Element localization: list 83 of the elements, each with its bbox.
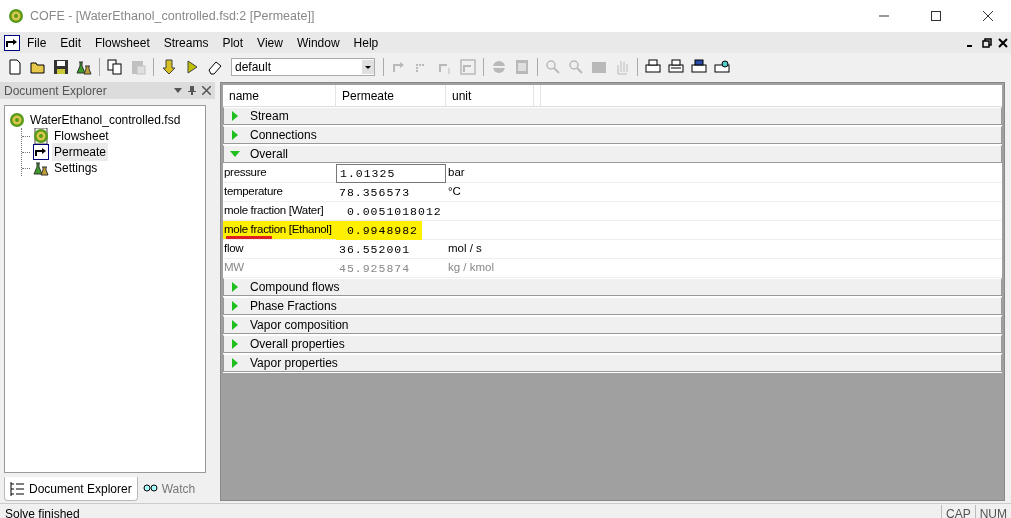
flowsheet-logo-icon bbox=[9, 112, 25, 128]
panel-tab[interactable]: Document Explorer bbox=[4, 477, 138, 501]
maximize-icon bbox=[931, 11, 941, 21]
window-title: COFE - [WaterEthanol_controlled.fsd:2 [Permeate]] bbox=[30, 7, 315, 25]
property-name: temperature bbox=[223, 184, 284, 200]
stream-icon bbox=[33, 144, 49, 160]
panel-tab[interactable]: Watch bbox=[137, 477, 201, 501]
tree-item[interactable]: Flowsheet bbox=[52, 127, 111, 145]
section-header[interactable]: Overall properties bbox=[223, 335, 1002, 353]
section-header[interactable]: Phase Fractions bbox=[223, 297, 1002, 315]
flasks-icon bbox=[76, 59, 92, 75]
close-icon bbox=[983, 11, 993, 21]
dropdown-icon[interactable] bbox=[174, 86, 182, 94]
menu-item[interactable]: Flowsheet bbox=[88, 32, 157, 53]
hand-icon bbox=[614, 59, 630, 75]
print-zoom-icon bbox=[714, 59, 730, 75]
dropdown-value: default bbox=[235, 59, 272, 76]
property-unit: °C bbox=[447, 184, 461, 200]
print-setup-icon bbox=[691, 59, 707, 75]
property-name: pressure bbox=[223, 165, 268, 181]
value-field[interactable]: 1.01325 bbox=[336, 163, 446, 183]
import-icon bbox=[161, 59, 177, 75]
status-indicator: CAP bbox=[941, 504, 975, 518]
section-header[interactable]: Vapor properties bbox=[223, 354, 1002, 372]
column-header: name bbox=[223, 84, 336, 107]
play-icon bbox=[184, 59, 200, 75]
new-file-icon bbox=[7, 59, 23, 75]
paste-icon bbox=[130, 59, 146, 75]
property-unit: kg / kmol bbox=[447, 260, 494, 276]
expanded-arrow-icon bbox=[230, 149, 240, 159]
property-name: flow bbox=[223, 241, 245, 257]
status-indicator: NUM bbox=[974, 504, 1011, 518]
column-icon bbox=[514, 59, 530, 75]
save-icon bbox=[53, 59, 69, 75]
section-header[interactable]: Stream bbox=[223, 107, 1002, 125]
copy-icon bbox=[107, 59, 123, 75]
print-preview-icon bbox=[668, 59, 684, 75]
property-value: 36.552001 bbox=[338, 241, 412, 258]
underline-mark bbox=[226, 236, 272, 239]
property-unit: mol / s bbox=[447, 241, 482, 257]
status-message: Solve finished bbox=[5, 505, 80, 518]
section-header[interactable]: Vapor composition bbox=[223, 316, 1002, 334]
tree-item[interactable]: Permeate bbox=[52, 143, 109, 161]
section-header[interactable]: Connections bbox=[223, 126, 1002, 144]
zoom-in-icon bbox=[545, 59, 561, 75]
zoom-out-icon bbox=[568, 59, 584, 75]
open-folder-icon bbox=[30, 59, 46, 75]
stream-icon bbox=[4, 34, 20, 51]
menu-item[interactable]: Streams bbox=[156, 32, 216, 53]
property-name: MW bbox=[223, 260, 245, 276]
property-value: 0.0051018012 bbox=[345, 203, 443, 220]
flasks-icon bbox=[33, 160, 49, 176]
property-value: 45.925874 bbox=[338, 260, 412, 277]
menu-item[interactable]: File bbox=[20, 32, 54, 53]
unit-icon bbox=[491, 59, 507, 75]
mdi-close-icon[interactable] bbox=[998, 37, 1008, 48]
list-icon bbox=[10, 480, 26, 497]
flowsheet-icon bbox=[33, 128, 49, 144]
section-header[interactable]: Overall bbox=[223, 145, 1002, 163]
panel-title: Document Explorer bbox=[4, 82, 107, 100]
property-value: 78.356573 bbox=[338, 184, 412, 201]
property-unit: bar bbox=[447, 165, 465, 181]
menu-item[interactable]: Plot bbox=[215, 32, 251, 53]
mdi-restore-icon[interactable] bbox=[982, 37, 992, 48]
section-header[interactable]: Compound flows bbox=[223, 278, 1002, 296]
menu-item[interactable]: Window bbox=[289, 32, 347, 53]
preset-dropdown[interactable]: default bbox=[231, 58, 375, 76]
column-header: Permeate bbox=[336, 84, 446, 107]
menu-item[interactable]: View bbox=[250, 32, 290, 53]
menu-item[interactable]: Help bbox=[346, 32, 386, 53]
tree-item[interactable]: WaterEthanol_controlled.fsd bbox=[28, 111, 183, 129]
property-name: mole fraction [Water] bbox=[223, 203, 325, 219]
property-name: mole fraction [Ethanol] bbox=[223, 221, 336, 239]
close-icon[interactable] bbox=[202, 86, 211, 95]
pin-icon[interactable] bbox=[188, 86, 196, 95]
eraser-icon bbox=[207, 59, 223, 75]
app-logo-icon bbox=[8, 8, 24, 24]
fit-icon bbox=[591, 59, 607, 75]
column-header: unit bbox=[446, 84, 534, 107]
tree-item[interactable]: Settings bbox=[52, 159, 100, 177]
menu-item[interactable]: Edit bbox=[53, 32, 89, 53]
stream-frame-icon bbox=[460, 59, 476, 75]
printer-icon bbox=[645, 59, 661, 75]
